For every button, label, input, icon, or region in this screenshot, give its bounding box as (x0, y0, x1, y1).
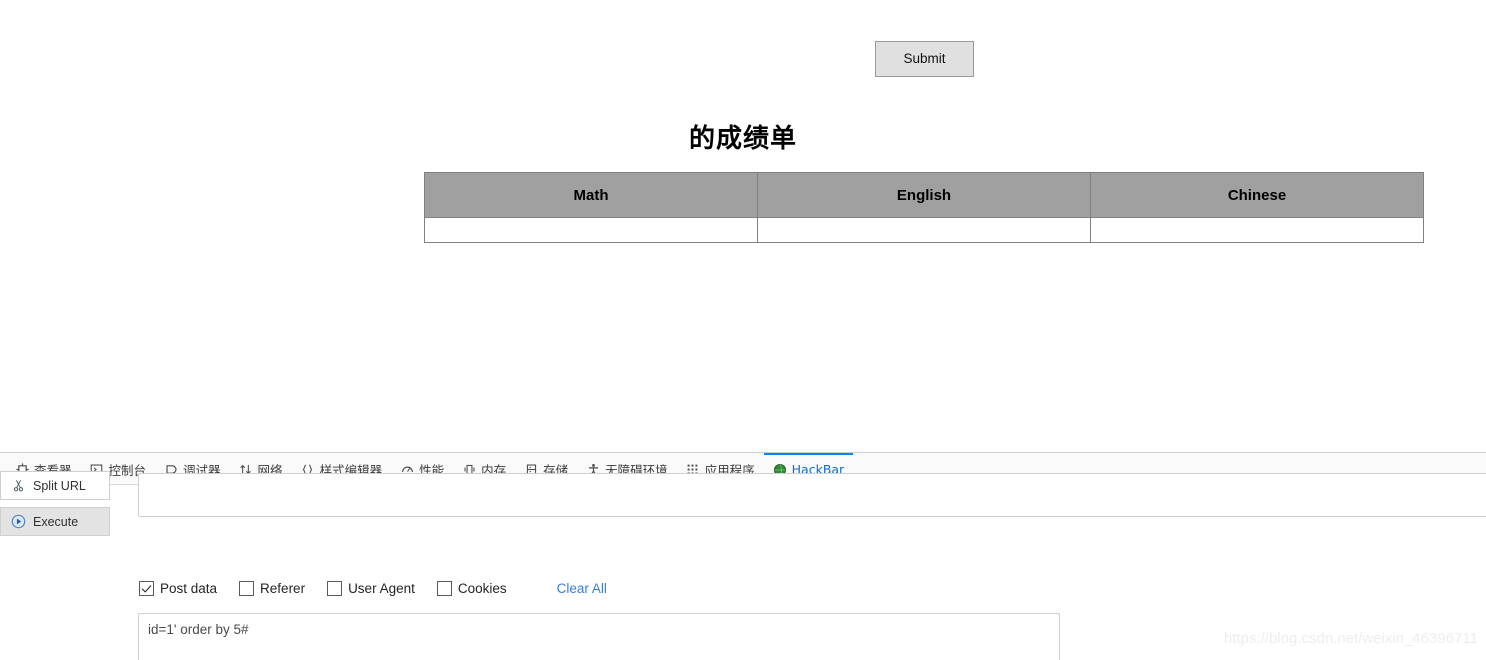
table-row (424, 217, 1424, 243)
column-header-chinese: Chinese (1090, 172, 1424, 218)
post-data-input[interactable] (138, 613, 1060, 660)
column-header-english: English (757, 172, 1091, 218)
option-post-data[interactable]: Post data (139, 581, 217, 596)
option-user-agent[interactable]: User Agent (327, 581, 415, 596)
button-label: Execute (33, 514, 79, 529)
url-input[interactable] (138, 473, 1486, 517)
option-referer[interactable]: Referer (239, 581, 305, 596)
option-cookies[interactable]: Cookies (436, 581, 507, 596)
referer-checkbox[interactable] (239, 581, 255, 596)
devtools-panel: 查看器 控制台 调试器 网络 样式编辑器 (0, 452, 1486, 660)
split-url-button[interactable]: Split URL (0, 471, 110, 500)
cookies-checkbox[interactable] (436, 581, 452, 596)
post-data-checkbox[interactable] (139, 581, 154, 596)
submit-button[interactable]: Submit (875, 41, 974, 77)
option-label: Post data (160, 581, 218, 596)
cell-chinese (1090, 217, 1424, 243)
option-label: Cookies (457, 581, 507, 596)
execute-button[interactable]: Execute (0, 507, 110, 536)
user-agent-checkbox[interactable] (327, 581, 343, 596)
cell-math (424, 217, 758, 243)
scissors-icon (11, 478, 26, 493)
option-label: Referer (260, 581, 306, 596)
watermark: https://blog.csdn.net/weixin_46396711 (1223, 630, 1478, 647)
score-table: Math English Chinese (424, 172, 1424, 243)
clear-all-link[interactable]: Clear All (557, 581, 607, 596)
option-label: User Agent (348, 581, 415, 596)
cell-english (757, 217, 1091, 243)
hackbar-sidebar: Split URL Execute (0, 471, 110, 543)
web-page-content: Submit 的成绩单 Math English Chinese (0, 0, 1486, 452)
page-title: 的成绩单 (688, 124, 797, 154)
play-circle-icon (11, 514, 26, 529)
button-label: Split URL (33, 478, 86, 493)
hackbar-options: Post data Referer User Agent Cookies Cle… (139, 581, 607, 596)
column-header-math: Math (424, 172, 758, 218)
table-header-row: Math English Chinese (424, 172, 1424, 218)
